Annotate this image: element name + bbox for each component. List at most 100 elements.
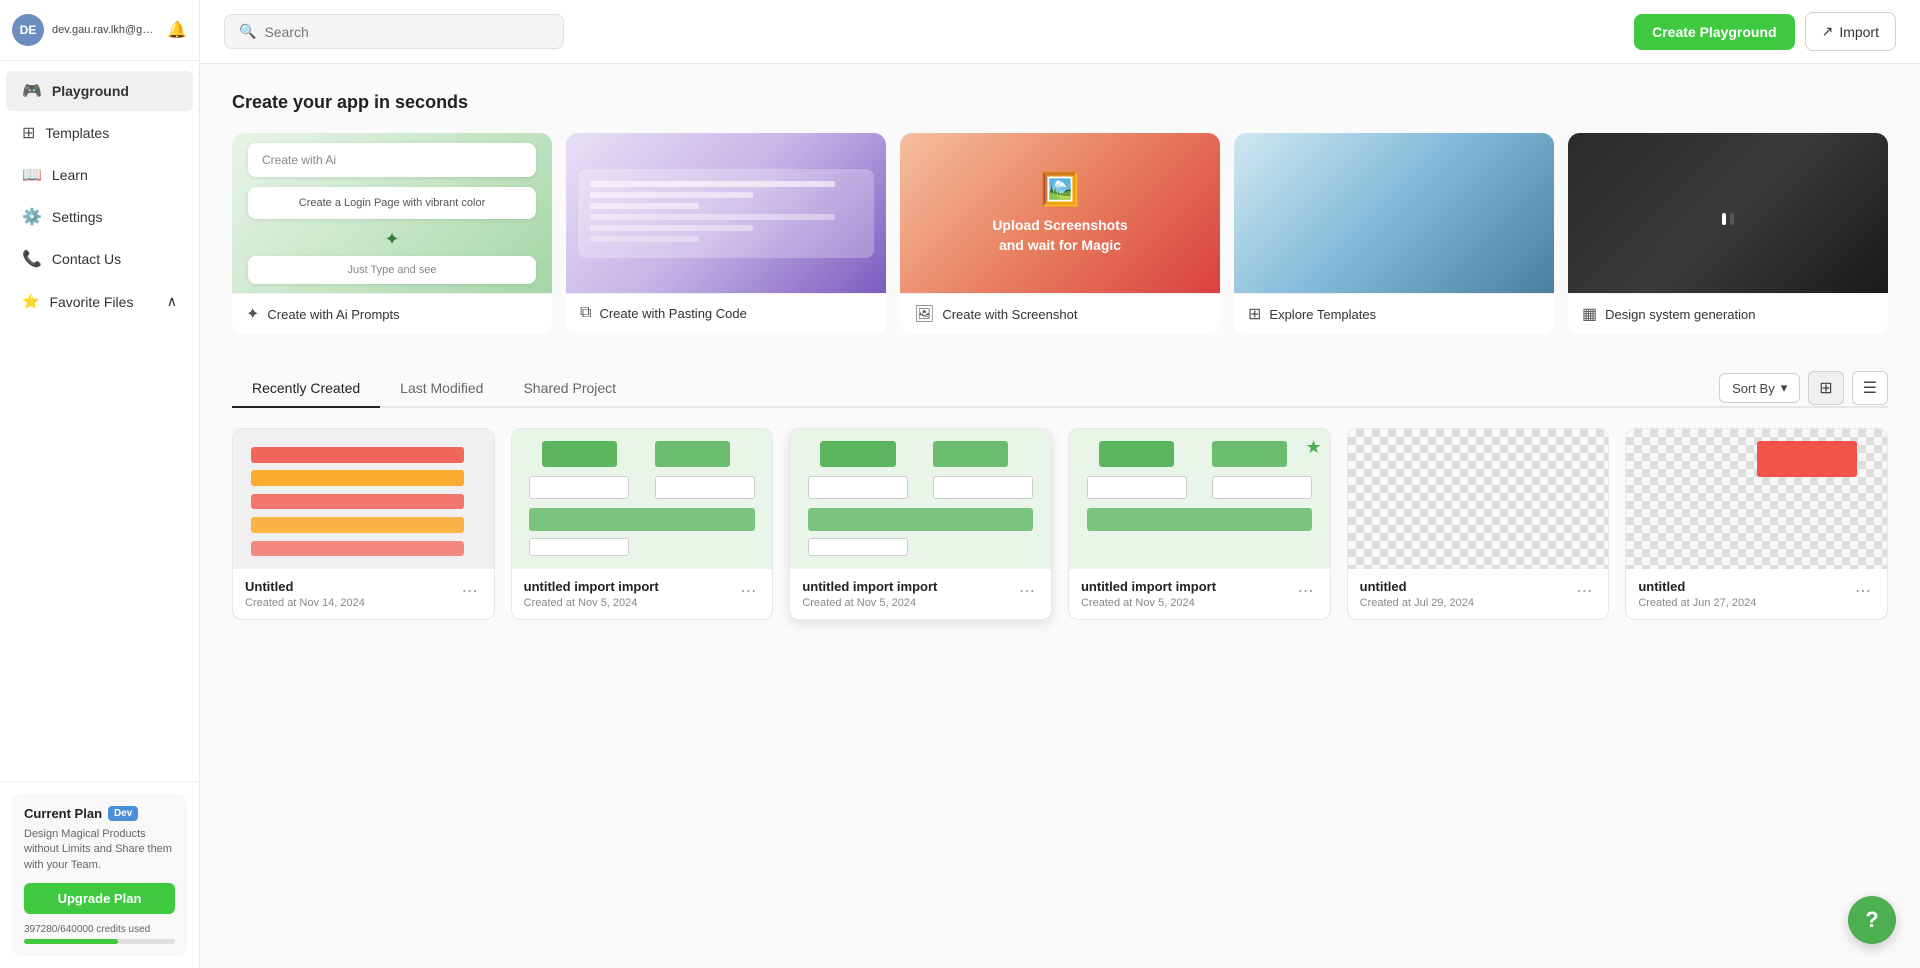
sidebar-nav: 🎮 Playground ⊞ Templates 📖 Learn ⚙️ Sett… [0,61,199,781]
paste-code-label: Create with Pasting Code [599,306,746,321]
import-icon: ↗ [1822,23,1834,40]
ai-prompt-box-2: Create a Login Page with vibrant color [248,187,536,219]
plan-badge: Dev [108,806,138,821]
project-details-1: Untitled Created at Nov 14, 2024 [245,579,365,609]
sidebar-item-contact-label: Contact Us [52,251,121,267]
sidebar-item-contact[interactable]: 📞 Contact Us [6,239,193,279]
search-input[interactable] [264,24,549,40]
creation-card-templates[interactable]: ⊞ Explore Templates [1234,133,1554,334]
project-info-6: untitled Created at Jun 27, 2024 ⋯ [1626,569,1887,619]
design-system-icon: ▦ [1582,304,1597,324]
project-menu-5[interactable]: ⋯ [1572,579,1596,603]
card-footer-paste: ⧉ Create with Pasting Code [566,293,886,332]
search-icon: 🔍 [239,23,256,40]
tab-recently-created[interactable]: Recently Created [232,370,380,408]
screenshot-text-1: Upload Screenshots [992,216,1127,236]
sidebar-item-settings-label: Settings [52,209,103,225]
sidebar-item-playground[interactable]: 🎮 Playground [6,71,193,111]
creation-card-ai[interactable]: Create with Ai Create a Login Page with … [232,133,552,334]
help-button[interactable]: ? [1848,896,1896,944]
credits-bar-bg [24,939,175,944]
card-preview-design [1568,133,1888,293]
ai-prompts-icon: ✦ [246,304,259,324]
plan-header: Current Plan Dev [24,806,175,821]
project-menu-6[interactable]: ⋯ [1851,579,1875,603]
playground-icon: 🎮 [22,81,42,101]
project-menu-4[interactable]: ⋯ [1294,579,1318,603]
project-card-3[interactable]: untitled import import Created at Nov 5,… [789,428,1052,620]
upgrade-plan-button[interactable]: Upgrade Plan [24,883,175,914]
import-button[interactable]: ↗ Import [1805,12,1896,51]
creation-card-design[interactable]: ▦ Design system generation [1568,133,1888,334]
ai-prompt-box-1: Create with Ai [248,143,536,177]
paste-code-icon: ⧉ [580,304,591,322]
sort-chevron-icon: ▾ [1781,380,1788,396]
project-thumbnail-1 [233,429,494,569]
chevron-up-icon: ∧ [167,293,177,310]
sort-by-label: Sort By [1732,381,1775,396]
ai-just-type: Just Type and see [248,256,536,284]
project-details-2: untitled import import Created at Nov 5,… [524,579,659,609]
favorites-icon: ⭐ [22,293,39,310]
project-card-1[interactable]: Untitled Created at Nov 14, 2024 ⋯ [232,428,495,620]
screenshot-icon: 🖼 [914,304,934,324]
main-area: 🔍 Create Playground ↗ Import Create your… [200,0,1920,968]
credits-text: 397280/640000 credits used [24,924,175,935]
search-box[interactable]: 🔍 [224,14,564,49]
sidebar-item-templates[interactable]: ⊞ Templates [6,113,193,153]
project-name-6: untitled [1638,579,1756,594]
project-info-5: untitled Created at Jul 29, 2024 ⋯ [1348,569,1609,619]
contact-icon: 📞 [22,249,42,269]
project-card-5[interactable]: untitled Created at Jul 29, 2024 ⋯ [1347,428,1610,620]
card-preview-templates [1234,133,1554,293]
project-menu-2[interactable]: ⋯ [736,579,760,603]
sidebar-item-learn[interactable]: 📖 Learn [6,155,193,195]
grid-view-button[interactable]: ⊞ [1808,371,1843,405]
creation-card-screenshot[interactable]: 🖼️ Upload Screenshots and wait for Magic… [900,133,1220,334]
project-info-3: untitled import import Created at Nov 5,… [790,569,1051,619]
project-date-6: Created at Jun 27, 2024 [1638,597,1756,609]
sidebar-bottom: Current Plan Dev Design Magical Products… [0,781,199,968]
favorites-toggle[interactable]: ⭐ Favorite Files ∧ [6,283,193,320]
sidebar-item-playground-label: Playground [52,83,129,99]
create-playground-button[interactable]: Create Playground [1634,14,1794,50]
project-date-3: Created at Nov 5, 2024 [802,597,937,609]
project-info-1: Untitled Created at Nov 14, 2024 ⋯ [233,569,494,619]
project-name-4: untitled import import [1081,579,1216,594]
ai-prompts-label: Create with Ai Prompts [267,307,399,322]
design-system-label: Design system generation [1605,307,1755,322]
favorites-label: Favorite Files [49,294,133,310]
tab-last-modified[interactable]: Last Modified [380,370,503,408]
hero-title: Create your app in seconds [232,92,1888,113]
sidebar-item-settings[interactable]: ⚙️ Settings [6,197,193,237]
project-thumbnail-4: ★ [1069,429,1330,569]
project-name-3: untitled import import [802,579,937,594]
notification-bell-icon[interactable]: 🔔 [167,20,187,40]
project-card-2[interactable]: untitled import import Created at Nov 5,… [511,428,774,620]
sidebar-item-learn-label: Learn [52,167,88,183]
card-footer-ai: ✦ Create with Ai Prompts [232,293,552,334]
list-view-button[interactable]: ☰ [1852,371,1888,405]
project-thumbnail-2 [512,429,773,569]
project-card-6[interactable]: untitled Created at Jun 27, 2024 ⋯ [1625,428,1888,620]
project-card-4[interactable]: ★ untitled import import Created at Nov … [1068,428,1331,620]
explore-templates-label: Explore Templates [1269,307,1376,322]
tab-shared-project[interactable]: Shared Project [503,370,636,408]
project-date-1: Created at Nov 14, 2024 [245,597,365,609]
project-thumbnail-3 [790,429,1051,569]
sort-by-button[interactable]: Sort By ▾ [1719,373,1800,403]
creation-card-paste[interactable]: ⧉ Create with Pasting Code [566,133,886,334]
card-footer-screenshot: 🖼 Create with Screenshot [900,293,1220,334]
project-date-2: Created at Nov 5, 2024 [524,597,659,609]
sidebar-item-templates-label: Templates [45,125,109,141]
project-details-4: untitled import import Created at Nov 5,… [1081,579,1216,609]
card-footer-templates: ⊞ Explore Templates [1234,293,1554,334]
project-menu-3[interactable]: ⋯ [1015,579,1039,603]
card-preview-paste [566,133,886,293]
project-details-3: untitled import import Created at Nov 5,… [802,579,937,609]
settings-icon: ⚙️ [22,207,42,227]
project-menu-1[interactable]: ⋯ [458,579,482,603]
project-info-2: untitled import import Created at Nov 5,… [512,569,773,619]
tab-actions: Sort By ▾ ⊞ ☰ [1719,371,1888,405]
header-actions: Create Playground ↗ Import [1634,12,1896,51]
